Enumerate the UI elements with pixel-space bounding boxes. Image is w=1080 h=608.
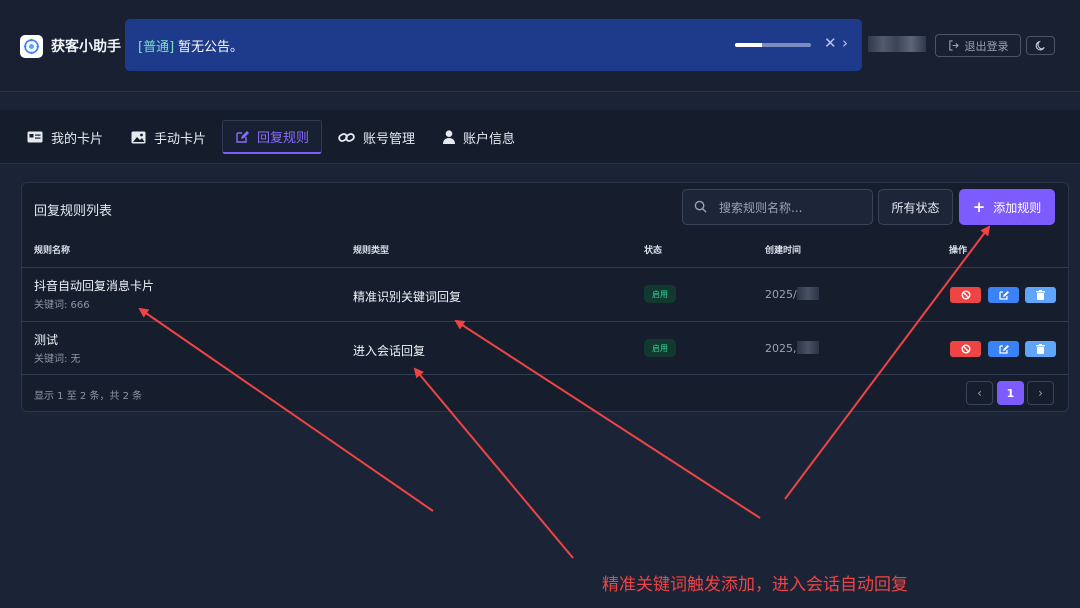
tab-label: 账户信息 xyxy=(463,131,516,147)
status-filter-select[interactable]: 所有状态 xyxy=(878,189,953,225)
tab-label: 手动卡片 xyxy=(154,131,207,147)
rule-type: 进入会话回复 xyxy=(353,344,426,358)
reply-rules-card: 回复规则列表 所有状态 + 添加规则 规则名称 规则类型 状态 创建时间 操作 … xyxy=(21,182,1069,412)
announcement-text: 暂无公告。 xyxy=(178,40,244,55)
created-time-text: 2025, xyxy=(765,342,797,355)
disable-button[interactable] xyxy=(950,341,981,357)
status-badge: 启用 xyxy=(644,285,676,303)
edit-icon xyxy=(998,291,1009,300)
status-badge: 启用 xyxy=(644,339,676,357)
table-row[interactable]: 测试 关键词: 无 进入会话回复 启用 2025, xyxy=(22,322,1068,375)
logout-icon xyxy=(948,40,959,51)
tab-my-cards[interactable]: 我的卡片 xyxy=(27,120,103,154)
created-time-text: 2025/ xyxy=(765,288,797,301)
ban-icon xyxy=(961,290,970,300)
created-time: 2025, xyxy=(765,341,819,355)
search-input[interactable] xyxy=(719,198,867,218)
logo-icon xyxy=(20,34,43,58)
announcement-tag: [普通] xyxy=(138,40,175,55)
tab-manual-cards[interactable]: 手动卡片 xyxy=(131,120,206,154)
page-1-button[interactable]: 1 xyxy=(997,381,1024,405)
delete-button[interactable] xyxy=(1025,287,1056,303)
top-header: 获客小助手 [普通] 暂无公告。 ✕ › 退出登录 xyxy=(0,0,1080,92)
brand[interactable]: 获客小助手 xyxy=(20,34,121,58)
next-page-button[interactable]: › xyxy=(1027,381,1054,405)
column-header-name: 规则名称 xyxy=(34,246,71,256)
disable-button[interactable] xyxy=(950,287,981,303)
user-icon xyxy=(443,130,455,144)
delete-button[interactable] xyxy=(1025,341,1056,357)
logout-label: 退出登录 xyxy=(964,39,1009,53)
card-title: 回复规则列表 xyxy=(34,204,113,219)
tab-label: 回复规则 xyxy=(257,131,310,146)
tab-reply-rules[interactable]: 回复规则 xyxy=(222,120,323,154)
announcement-bar: [普通] 暂无公告。 ✕ › xyxy=(125,19,862,71)
logout-button[interactable]: 退出登录 xyxy=(935,34,1021,57)
close-icon[interactable]: ✕ xyxy=(824,34,837,52)
edit-icon xyxy=(998,345,1009,354)
image-icon xyxy=(131,131,146,143)
annotation-caption: 精准关键词触发添加，进入会话自动回复 xyxy=(602,575,908,595)
edit-icon xyxy=(236,130,249,143)
plus-icon: + xyxy=(972,198,986,216)
link-icon xyxy=(338,132,355,142)
card-icon xyxy=(27,131,43,143)
tab-label: 我的卡片 xyxy=(51,131,104,147)
row-divider xyxy=(22,374,1068,375)
rule-keyword: 关键词: 无 xyxy=(34,354,81,365)
moon-icon xyxy=(1035,40,1045,51)
search-icon xyxy=(694,200,707,213)
search-box[interactable] xyxy=(682,189,873,225)
rule-name: 抖音自动回复消息卡片 xyxy=(34,279,155,293)
prev-page-button[interactable]: ‹ xyxy=(966,381,993,405)
tab-label: 账号管理 xyxy=(363,131,416,147)
edit-button[interactable] xyxy=(988,287,1019,303)
username-redacted xyxy=(868,36,926,52)
tab-account-management[interactable]: 账号管理 xyxy=(338,120,415,154)
column-header-created: 创建时间 xyxy=(765,246,802,256)
edit-button[interactable] xyxy=(988,341,1019,357)
trash-icon xyxy=(1036,290,1045,300)
rule-type: 精准识别关键词回复 xyxy=(353,290,462,304)
announcement-progress xyxy=(735,43,811,47)
ban-icon xyxy=(961,344,970,354)
trash-icon xyxy=(1036,344,1045,354)
rule-keyword: 关键词: 666 xyxy=(34,300,90,311)
created-time-redacted xyxy=(796,341,819,354)
pagination-summary: 显示 1 至 2 条，共 2 条 xyxy=(34,391,143,402)
created-time: 2025/ xyxy=(765,287,819,301)
main-nav: 我的卡片 手动卡片 回复规则 账号管理 账户信息 xyxy=(0,110,1080,164)
add-rule-button[interactable]: + 添加规则 xyxy=(959,189,1055,225)
tab-account-info[interactable]: 账户信息 xyxy=(443,120,515,154)
column-header-type: 规则类型 xyxy=(353,246,390,256)
table-row[interactable]: 抖音自动回复消息卡片 关键词: 666 精准识别关键词回复 启用 2025/ xyxy=(22,268,1068,321)
chevron-right-icon[interactable]: › xyxy=(842,34,848,52)
add-rule-label: 添加规则 xyxy=(993,200,1042,215)
column-header-actions: 操作 xyxy=(949,246,968,256)
column-header-status: 状态 xyxy=(644,246,663,256)
theme-toggle-button[interactable] xyxy=(1026,36,1055,55)
rule-name: 测试 xyxy=(34,333,59,347)
created-time-redacted xyxy=(796,287,819,300)
brand-name: 获客小助手 xyxy=(51,39,121,55)
announcement-progress-fill xyxy=(735,43,762,47)
